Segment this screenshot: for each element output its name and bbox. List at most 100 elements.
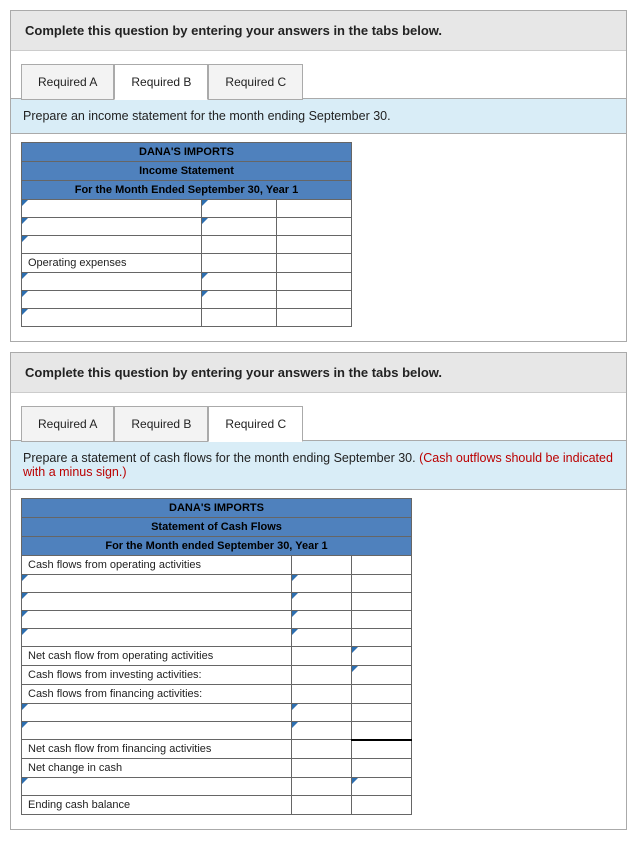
amount-input[interactable] <box>277 218 352 236</box>
amount-input[interactable] <box>292 629 352 647</box>
table-row <box>22 236 352 254</box>
amount-input[interactable] <box>352 556 412 575</box>
table-subtitle: Income Statement <box>22 162 352 181</box>
amount-input[interactable] <box>352 685 412 704</box>
amount-input[interactable] <box>277 200 352 218</box>
amount-input[interactable] <box>277 254 352 273</box>
table-period: For the Month ended September 30, Year 1 <box>22 537 412 556</box>
amount-input[interactable] <box>277 236 352 254</box>
table-row <box>22 200 352 218</box>
cf-operating-label: Cash flows from operating activities <box>22 556 292 575</box>
amount-input[interactable] <box>352 629 412 647</box>
cash-flows-table: DANA'S IMPORTS Statement of Cash Flows F… <box>21 498 412 815</box>
amount-input[interactable] <box>202 309 277 327</box>
table-period: For the Month Ended September 30, Year 1 <box>22 181 352 200</box>
table-row: Net cash flow from operating activities <box>22 647 412 666</box>
tab-required-a[interactable]: Required A <box>21 406 114 442</box>
amount-input[interactable] <box>352 575 412 593</box>
label-input[interactable] <box>22 704 292 722</box>
amount-input[interactable] <box>352 647 412 666</box>
table-row: Cash flows from operating activities <box>22 556 412 575</box>
table-row <box>22 309 352 327</box>
table-row <box>22 575 412 593</box>
amount-input[interactable] <box>292 722 352 740</box>
label-input[interactable] <box>22 309 202 327</box>
amount-input[interactable] <box>292 556 352 575</box>
amount-input[interactable] <box>352 740 412 759</box>
amount-input[interactable] <box>202 236 277 254</box>
content-area: DANA'S IMPORTS Statement of Cash Flows F… <box>11 490 626 829</box>
ending-balance-label: Ending cash balance <box>22 796 292 815</box>
prompt-bar: Prepare a statement of cash flows for th… <box>11 440 626 490</box>
table-title: DANA'S IMPORTS <box>22 499 412 518</box>
amount-input[interactable] <box>277 309 352 327</box>
tab-required-c[interactable]: Required C <box>208 64 303 100</box>
amount-input[interactable] <box>292 796 352 815</box>
amount-input[interactable] <box>277 291 352 309</box>
amount-input[interactable] <box>292 740 352 759</box>
amount-input[interactable] <box>202 218 277 236</box>
cf-financing-label: Cash flows from financing activities: <box>22 685 292 704</box>
tab-required-c[interactable]: Required C <box>208 406 303 442</box>
label-input[interactable] <box>22 575 292 593</box>
amount-input[interactable] <box>352 778 412 796</box>
amount-input[interactable] <box>292 759 352 778</box>
label-input[interactable] <box>22 200 202 218</box>
amount-input[interactable] <box>352 722 412 740</box>
amount-input[interactable] <box>292 593 352 611</box>
amount-input[interactable] <box>202 254 277 273</box>
cf-investing-label: Cash flows from investing activities: <box>22 666 292 685</box>
tabs-row: Required A Required B Required C <box>11 393 626 441</box>
table-row <box>22 704 412 722</box>
table-row: Ending cash balance <box>22 796 412 815</box>
section-required-b: Complete this question by entering your … <box>10 10 627 342</box>
label-input[interactable] <box>22 593 292 611</box>
amount-input[interactable] <box>292 666 352 685</box>
amount-input[interactable] <box>352 611 412 629</box>
table-row <box>22 778 412 796</box>
amount-input[interactable] <box>292 778 352 796</box>
amount-input[interactable] <box>292 685 352 704</box>
income-statement-table: DANA'S IMPORTS Income Statement For the … <box>21 142 352 327</box>
content-area: DANA'S IMPORTS Income Statement For the … <box>11 134 626 341</box>
amount-input[interactable] <box>352 666 412 685</box>
tab-required-a[interactable]: Required A <box>21 64 114 100</box>
label-input[interactable] <box>22 629 292 647</box>
section-required-c: Complete this question by entering your … <box>10 352 627 830</box>
amount-input[interactable] <box>292 611 352 629</box>
net-cf-operating-label: Net cash flow from operating activities <box>22 647 292 666</box>
amount-input[interactable] <box>292 575 352 593</box>
net-cf-financing-label: Net cash flow from financing activities <box>22 740 292 759</box>
amount-input[interactable] <box>352 704 412 722</box>
label-input[interactable] <box>22 611 292 629</box>
tab-required-b[interactable]: Required B <box>114 64 208 100</box>
table-row <box>22 629 412 647</box>
table-row <box>22 291 352 309</box>
amount-input[interactable] <box>202 291 277 309</box>
operating-expenses-label: Operating expenses <box>22 254 202 273</box>
label-input[interactable] <box>22 291 202 309</box>
label-input[interactable] <box>22 218 202 236</box>
table-row <box>22 611 412 629</box>
amount-input[interactable] <box>292 647 352 666</box>
prompt-text: Prepare a statement of cash flows for th… <box>23 451 419 465</box>
amount-input[interactable] <box>202 200 277 218</box>
label-input[interactable] <box>22 236 202 254</box>
label-input[interactable] <box>22 722 292 740</box>
amount-input[interactable] <box>352 759 412 778</box>
amount-input[interactable] <box>352 796 412 815</box>
table-row: Net change in cash <box>22 759 412 778</box>
label-input[interactable] <box>22 273 202 291</box>
table-row <box>22 593 412 611</box>
table-row: Cash flows from investing activities: <box>22 666 412 685</box>
amount-input[interactable] <box>352 593 412 611</box>
label-input[interactable] <box>22 778 292 796</box>
table-row <box>22 722 412 740</box>
table-row: Net cash flow from financing activities <box>22 740 412 759</box>
amount-input[interactable] <box>292 704 352 722</box>
amount-input[interactable] <box>277 273 352 291</box>
tab-required-b[interactable]: Required B <box>114 406 208 442</box>
table-row <box>22 218 352 236</box>
amount-input[interactable] <box>202 273 277 291</box>
tabs-row: Required A Required B Required C <box>11 51 626 99</box>
